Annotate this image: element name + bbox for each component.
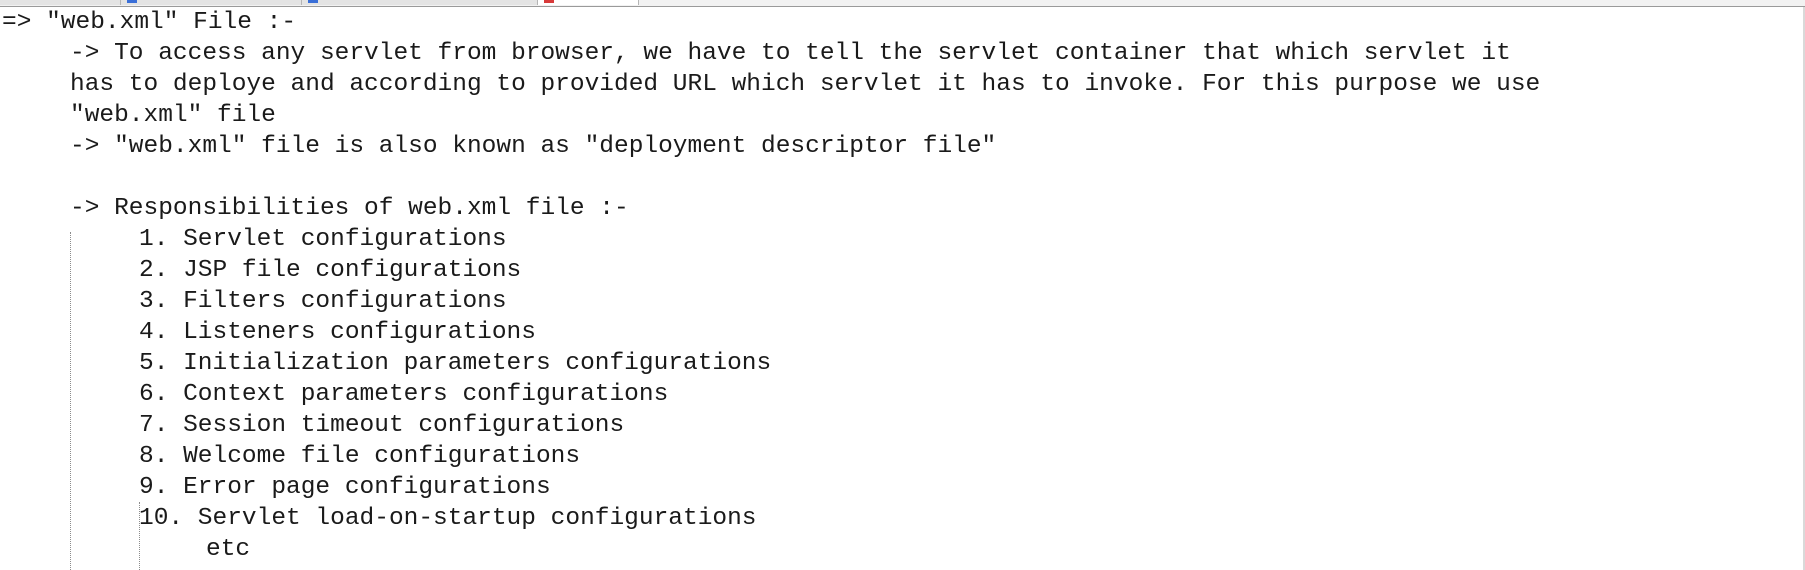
list-item: 7. Session timeout configurations	[139, 412, 625, 439]
list-item: 1. Servlet configurations	[139, 226, 507, 253]
list-item: 8. Welcome file configurations	[139, 443, 581, 470]
file-icon	[127, 0, 137, 3]
list-item: 2. JSP file configurations	[139, 257, 522, 284]
tab-2[interactable]	[121, 0, 302, 5]
text-line: => "web.xml" File :-	[2, 9, 297, 36]
modified-file-icon	[544, 0, 554, 3]
text-line: has to deploye and according to provided…	[70, 71, 1541, 98]
text-line: -> To access any servlet from browser, w…	[70, 40, 1511, 67]
indent-guide	[70, 232, 71, 570]
text-line: -> "web.xml" file is also known as "depl…	[70, 133, 997, 160]
file-icon	[308, 0, 318, 3]
text-line: etc	[206, 536, 251, 563]
tab-3[interactable]	[302, 0, 538, 5]
tab-active[interactable]	[538, 0, 639, 5]
list-item: 9. Error page configurations	[139, 474, 551, 501]
list-item: 5. Initialization parameters configurati…	[139, 350, 772, 377]
list-item: 6. Context parameters configurations	[139, 381, 669, 408]
list-item: 10. Servlet load-on-startup configuratio…	[139, 505, 757, 532]
tab-1[interactable]	[0, 0, 121, 5]
text-editor[interactable]: => "web.xml" File :- -> To access any se…	[0, 7, 1805, 570]
list-item: 3. Filters configurations	[139, 288, 507, 315]
text-line: "web.xml" file	[70, 102, 276, 129]
list-item: 4. Listeners configurations	[139, 319, 536, 346]
tab-strip	[0, 0, 1805, 7]
text-line: -> Responsibilities of web.xml file :-	[70, 195, 629, 222]
